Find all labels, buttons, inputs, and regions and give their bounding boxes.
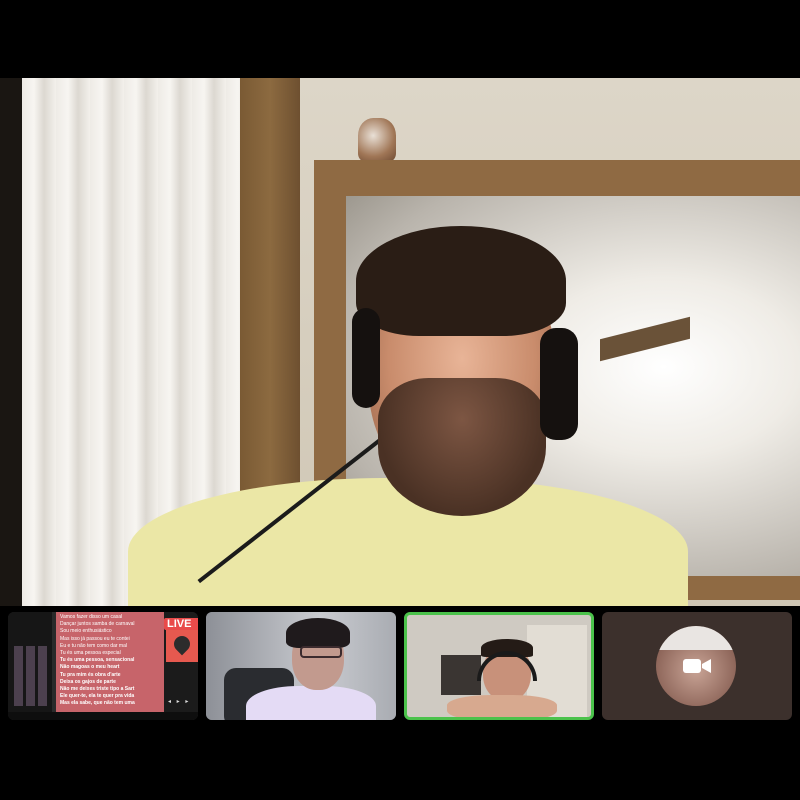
- lyrics-line: Ele quer-te, ela te quer pra vida: [60, 693, 135, 700]
- figurine: [358, 118, 396, 162]
- lyrics-line: Mas isso já passou eu te contei: [60, 635, 130, 642]
- participant-tile-2[interactable]: [206, 612, 396, 720]
- screen-share-album-grid: [14, 646, 50, 706]
- participant-tile-3-active[interactable]: [404, 612, 594, 720]
- participant-tile-4-camera-off[interactable]: [602, 612, 792, 720]
- lyrics-line: Mas ela sabe, que não tem uma: [60, 700, 135, 707]
- glasses-icon: [300, 646, 342, 658]
- main-video-feed[interactable]: [0, 78, 800, 606]
- participant-2-hair: [286, 618, 350, 648]
- avatar-cap: [656, 626, 736, 650]
- video-call: Vamos fazer disso um casal Dançar juntos…: [0, 0, 800, 800]
- participant-2-shirt: [246, 686, 376, 720]
- participant-tile-screen-share[interactable]: Vamos fazer disso um casal Dançar juntos…: [8, 612, 198, 720]
- wooden-post: [240, 78, 300, 498]
- live-badge: LIVE: [164, 618, 198, 630]
- heart-icon: [170, 632, 194, 656]
- lyrics-line: Deixa os gajos de parte: [60, 678, 116, 685]
- video-camera-icon: [683, 659, 711, 673]
- headphone-right: [540, 328, 578, 440]
- lyrics-line: Tu pra mim és obra d'arte: [60, 671, 121, 678]
- participant-hair: [356, 226, 566, 336]
- lyrics-line: Eu e tu não tem como dar mal: [60, 642, 127, 649]
- lyrics-line: Não magoas o meu heart: [60, 664, 120, 671]
- lyrics-line: Tu és uma pessoa, sensacional: [60, 657, 135, 664]
- album-art: [166, 630, 198, 662]
- participant-beard: [378, 378, 546, 516]
- screen-share-taskbar: [8, 712, 198, 720]
- participant-3-shelf: [441, 655, 481, 695]
- headphone-left: [352, 308, 380, 408]
- participant-3-hands: [447, 695, 557, 717]
- lyrics-line: Dançar juntos samba de carnaval: [60, 621, 135, 628]
- lyrics-line: Sou meio enthusiástico: [60, 628, 112, 635]
- screen-share-lyrics-panel: Vamos fazer disso um casal Dançar juntos…: [56, 612, 164, 720]
- lyrics-line: Não me deixes triste tipo a Sart: [60, 686, 135, 693]
- lyrics-line: Vamos fazer disso um casal: [60, 614, 123, 620]
- playback-controls[interactable]: ◂ ▸ ▸: [168, 698, 198, 706]
- lyrics-line: Tu és uma pessoa especial: [60, 650, 121, 657]
